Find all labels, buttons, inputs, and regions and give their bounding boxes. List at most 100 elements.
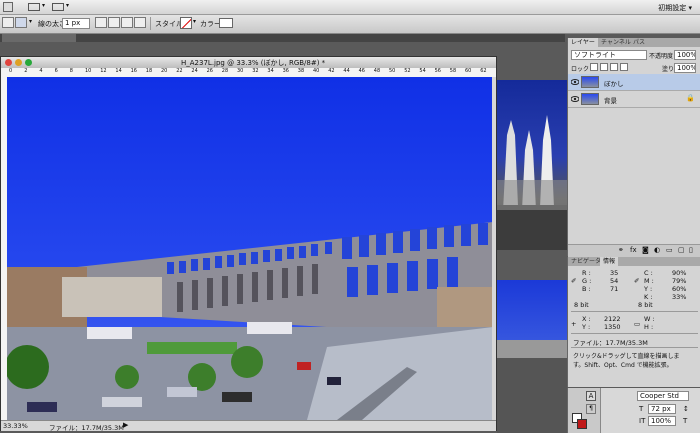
background-color-swatch[interactable] bbox=[577, 419, 587, 429]
leading-icon: ↕ bbox=[683, 405, 689, 413]
line-width-input[interactable]: 1 px bbox=[62, 18, 90, 29]
tool-palette: A ¶ bbox=[567, 388, 600, 433]
vertical-scrollbar[interactable] bbox=[492, 77, 496, 420]
c-label: C : bbox=[644, 269, 653, 277]
type-tool-icon[interactable]: A bbox=[586, 391, 596, 401]
dimension-icon: ▭ bbox=[634, 320, 641, 328]
c-value: 90% bbox=[672, 269, 687, 277]
color-swatch[interactable] bbox=[219, 18, 233, 28]
subtract-mode-icon[interactable] bbox=[121, 17, 133, 28]
blend-mode-select[interactable]: ソフトライト bbox=[571, 50, 647, 60]
file-info[interactable]: ファイル：17.7M/35.3M bbox=[49, 422, 124, 432]
style-swatch[interactable] bbox=[180, 17, 192, 29]
document-title: H_A237L.jpg @ 33.3% (ぼかし, RGB/8#) * bbox=[181, 59, 326, 67]
ruler-tick-label: 44 bbox=[343, 68, 350, 74]
background-document-2[interactable] bbox=[497, 280, 567, 433]
b-label: B : bbox=[582, 285, 591, 293]
crosshair-icon: + bbox=[571, 320, 577, 328]
zoom-level[interactable]: 33.33% bbox=[3, 422, 28, 430]
visibility-eye-icon[interactable] bbox=[570, 78, 580, 86]
shape-mode-icon[interactable] bbox=[2, 17, 14, 28]
menu-bar: ▾ ▾ 初期設定 ▾ bbox=[0, 0, 700, 15]
workspace-switcher[interactable]: 初期設定 ▾ bbox=[658, 3, 692, 13]
ruler-tick-label: 46 bbox=[358, 68, 365, 74]
ruler-tick-label: 50 bbox=[389, 68, 396, 74]
ruler-tick-label: 30 bbox=[237, 68, 244, 74]
lock-transparency-icon[interactable] bbox=[590, 63, 598, 71]
r-label: R : bbox=[582, 269, 591, 277]
close-icon[interactable] bbox=[5, 59, 12, 66]
intersect-mode-icon[interactable] bbox=[134, 17, 146, 28]
eyedropper-icon: ✐ bbox=[571, 277, 577, 285]
background-doc-tab[interactable] bbox=[2, 34, 76, 42]
x-label: X : bbox=[582, 315, 591, 323]
tab-paths[interactable]: パス bbox=[630, 38, 648, 47]
x-value: 2122 bbox=[604, 315, 621, 323]
ruler-tick-label: 60 bbox=[465, 68, 472, 74]
brush-tool-icon[interactable] bbox=[3, 2, 13, 12]
scale-input[interactable]: 100% bbox=[648, 416, 676, 426]
ruler-tick-label: 36 bbox=[282, 68, 289, 74]
fill-input[interactable]: 100% bbox=[674, 63, 696, 73]
add-mode-icon[interactable] bbox=[108, 17, 120, 28]
divider bbox=[150, 17, 151, 30]
ruler-tick-label: 58 bbox=[449, 68, 457, 74]
tab-channels[interactable]: チャンネル bbox=[598, 38, 634, 47]
ruler-tick-label: 54 bbox=[419, 68, 426, 74]
screen-mode-icon[interactable] bbox=[28, 3, 40, 11]
ruler-tick-label: 12 bbox=[100, 68, 107, 74]
opacity-input[interactable]: 100% bbox=[674, 50, 696, 60]
y-value: 60% bbox=[672, 285, 687, 293]
file-size-readout: ファイル：17.7M/35.3M bbox=[573, 339, 648, 347]
trash-icon[interactable]: ▯ bbox=[689, 246, 693, 254]
fx-icon[interactable]: fx bbox=[630, 246, 637, 254]
w-label: W : bbox=[644, 315, 655, 323]
arrange-icon[interactable] bbox=[52, 3, 64, 11]
chevron-down-icon[interactable]: ▾ bbox=[66, 2, 69, 9]
mask-icon[interactable]: ◙ bbox=[642, 246, 649, 254]
chevron-down-icon[interactable]: ▾ bbox=[193, 18, 196, 25]
ruler-tick-label: 14 bbox=[115, 68, 122, 74]
font-size-icon: T bbox=[639, 405, 644, 413]
ruler-tick-label: 62 bbox=[480, 68, 487, 74]
divider bbox=[571, 311, 698, 312]
divider bbox=[571, 347, 698, 348]
document-window: H_A237L.jpg @ 33.3% (ぼかし, RGB/8#) * 0246… bbox=[0, 56, 497, 432]
image-canvas[interactable] bbox=[7, 77, 493, 420]
tab-layers[interactable]: レイヤー bbox=[568, 38, 598, 47]
background-document-1[interactable] bbox=[497, 80, 567, 250]
layer-name: ぼかし bbox=[604, 80, 624, 88]
visibility-eye-icon[interactable] bbox=[570, 95, 580, 103]
layer-row-background[interactable]: 背景 🔒 bbox=[568, 91, 700, 108]
ruler-tick-label: 22 bbox=[176, 68, 183, 74]
lock-position-icon[interactable] bbox=[610, 63, 618, 71]
font-size-input[interactable]: 72 px bbox=[648, 404, 676, 414]
lock-all-icon[interactable] bbox=[620, 63, 628, 71]
k-label: K : bbox=[644, 293, 653, 301]
folder-icon[interactable]: ▭ bbox=[666, 246, 673, 254]
ruler-tick-label: 20 bbox=[161, 68, 168, 74]
chevron-down-icon[interactable]: ▾ bbox=[29, 18, 32, 25]
lock-pixels-icon[interactable] bbox=[600, 63, 608, 71]
pen-tool-icon[interactable]: ¶ bbox=[586, 404, 596, 414]
new-layer-mode-icon[interactable] bbox=[95, 17, 107, 28]
tool-hint-line-1: クリック&ドラッグして直線を描画しま bbox=[573, 353, 680, 360]
new-layer-icon[interactable]: ▢ bbox=[678, 246, 685, 254]
m-label: M : bbox=[644, 277, 654, 285]
chevron-down-icon[interactable]: ▾ bbox=[42, 2, 45, 9]
font-family-select[interactable]: Cooper Std bbox=[637, 391, 689, 401]
link-layers-icon[interactable]: ⚭ bbox=[618, 246, 624, 254]
tab-navigator[interactable]: ナビゲータ bbox=[568, 257, 604, 266]
minimize-icon[interactable] bbox=[15, 59, 22, 66]
adjustment-icon[interactable]: ◐ bbox=[654, 246, 660, 254]
zoom-icon[interactable] bbox=[25, 59, 32, 66]
layer-row-blur[interactable]: ぼかし bbox=[568, 74, 700, 91]
lock-icon: 🔒 bbox=[686, 94, 695, 102]
y-label: Y : bbox=[644, 285, 653, 293]
eyedropper-icon: ✐ bbox=[634, 277, 640, 285]
tab-info[interactable]: 情報 bbox=[600, 257, 619, 266]
layer-thumbnail bbox=[581, 93, 599, 105]
play-icon[interactable]: ▶ bbox=[123, 421, 128, 429]
path-mode-icon[interactable] bbox=[15, 17, 27, 28]
ruler-tick-label: 42 bbox=[328, 68, 335, 74]
